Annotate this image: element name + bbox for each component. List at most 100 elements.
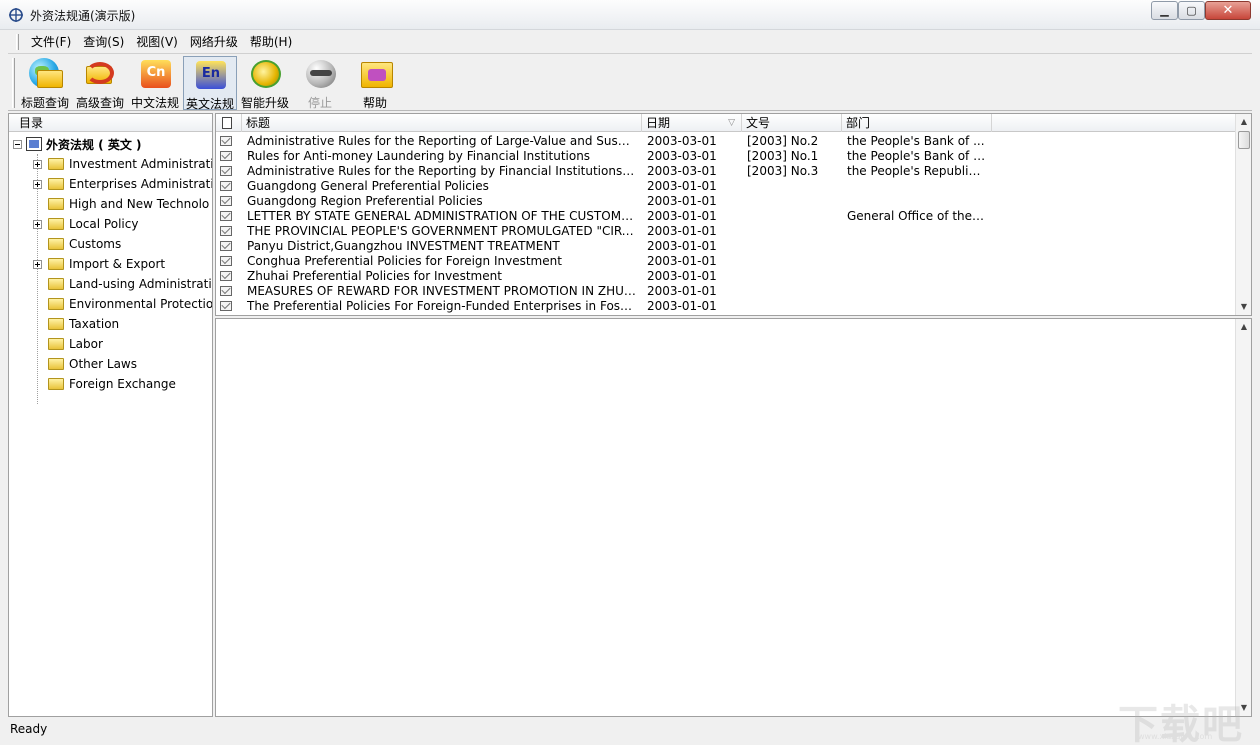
tree-item-foreign-exchange[interactable]: Foreign Exchange [9, 374, 212, 394]
column-header-title[interactable]: 标题 [242, 114, 642, 132]
row-title: Administrative Rules for the Reporting b… [247, 164, 637, 178]
menu-file[interactable]: 文件(F) [25, 32, 77, 52]
scroll-thumb[interactable] [1238, 131, 1250, 149]
expand-icon[interactable] [33, 179, 42, 189]
detail-scrollbar[interactable]: ▲ ▼ [1235, 319, 1251, 716]
menu-view[interactable]: 视图(V) [130, 32, 184, 52]
tree-item-investment-administration[interactable]: Investment Administratio [9, 154, 213, 174]
table-row[interactable]: Administrative Rules for the Reporting b… [216, 164, 1236, 179]
envelope-icon [220, 256, 232, 266]
toolbar: 标题查询 高级查询 Cn 中文法规 En 英文法规 智能升级 停止 帮助 [8, 53, 1252, 111]
table-row[interactable]: Administrative Rules for the Reporting o… [216, 134, 1236, 149]
row-date: 2003-01-01 [647, 239, 717, 253]
row-date: 2003-01-01 [647, 284, 717, 298]
tree-item-label: Enterprises Administratio [69, 177, 213, 191]
expand-icon[interactable] [33, 259, 42, 269]
table-row[interactable]: MEASURES OF REWARD FOR INVESTMENT PROMOT… [216, 284, 1236, 299]
folder-icon [48, 318, 64, 330]
row-date: 2003-01-01 [647, 224, 717, 238]
envelope-icon [220, 166, 232, 176]
column-header-date[interactable]: 日期 ▽ [642, 114, 742, 132]
tree-item-land-using[interactable]: Land-using Administratic [9, 274, 212, 294]
expand-icon[interactable] [33, 159, 42, 169]
table-row[interactable]: The Preferential Policies For Foreign-Fu… [216, 299, 1236, 314]
tree-item-customs[interactable]: Customs [9, 234, 212, 254]
row-doc-no: [2003] No.3 [747, 164, 819, 178]
table-row[interactable]: Guangdong General Preferential Policies 2… [216, 179, 1236, 194]
folder-icon [48, 238, 64, 250]
toolbar-grip[interactable] [12, 58, 15, 108]
title-search-label: 标题查询 [20, 96, 69, 110]
tree-item-import-export[interactable]: Import & Export [9, 254, 212, 274]
tree-root[interactable]: 外资法规 ( 英文 ) [13, 134, 142, 154]
column-header-doc-no[interactable]: 文号 [742, 114, 842, 132]
row-dept: the People's Republic ... [847, 164, 987, 178]
smart-upgrade-button[interactable]: 智能升级 [238, 56, 292, 110]
advanced-search-label: 高级查询 [75, 96, 124, 110]
menu-grip[interactable] [16, 34, 19, 50]
sort-desc-icon: ▽ [728, 118, 735, 128]
column-dept-label: 部门 [846, 116, 871, 130]
chinese-law-button[interactable]: Cn 中文法规 [128, 56, 182, 110]
table-row[interactable]: Conghua Preferential Policies for Foreig… [216, 254, 1236, 269]
envelope-icon [220, 226, 232, 236]
column-title-label: 标题 [246, 116, 271, 130]
row-date: 2003-03-01 [647, 164, 717, 178]
tree-item-labor[interactable]: Labor [9, 334, 212, 354]
minimize-button[interactable]: ▁ [1151, 1, 1178, 20]
tree-item-local-policy[interactable]: Local Policy [9, 214, 212, 234]
catalog-panel: 目录 外资法规 ( 英文 ) Investment Administratio … [8, 113, 213, 717]
menu-network-upgrade[interactable]: 网络升级 [184, 32, 244, 52]
envelope-icon [220, 136, 232, 146]
close-button[interactable]: ✕ [1205, 1, 1251, 20]
english-law-button[interactable]: En 英文法规 [183, 56, 237, 111]
row-title: Rules for Anti-money Laundering by Finan… [247, 149, 591, 163]
tree-item-enterprises-administration[interactable]: Enterprises Administratio [9, 174, 213, 194]
watermark: 下载吧 www.xiazaiba.com [1118, 692, 1258, 745]
row-date: 2003-01-01 [647, 299, 717, 313]
table-row[interactable]: LETTER BY STATE GENERAL ADMINISTRATION O… [216, 209, 1236, 224]
tree-item-label: Local Policy [69, 217, 139, 231]
detail-panel[interactable]: ▲ ▼ [215, 318, 1252, 717]
table-row[interactable]: Zhuhai Preferential Policies for Investm… [216, 269, 1236, 284]
title-search-button[interactable]: 标题查询 [18, 56, 72, 110]
column-header-icon[interactable] [216, 114, 242, 132]
row-date: 2003-01-01 [647, 254, 717, 268]
row-dept: the People's Bank of ... [847, 134, 985, 148]
status-text: Ready [10, 722, 48, 736]
stop-button[interactable]: 停止 [293, 56, 347, 110]
tree-item-other-laws[interactable]: Other Laws [9, 354, 212, 374]
cn-law-icon: Cn [135, 56, 175, 92]
tree-item-high-new-technology[interactable]: High and New Technolo [9, 194, 212, 214]
menu-help[interactable]: 帮助(H) [244, 32, 298, 52]
close-icon: ✕ [1222, 3, 1234, 18]
advanced-search-button[interactable]: 高级查询 [73, 56, 127, 110]
collapse-icon[interactable] [13, 139, 22, 149]
stop-label: 停止 [307, 96, 332, 110]
scroll-down-icon[interactable]: ▼ [1236, 299, 1251, 315]
scroll-up-icon[interactable]: ▲ [1236, 319, 1252, 335]
tree-item-label: Investment Administratio [69, 157, 213, 171]
tree-item-environmental-protection[interactable]: Environmental Protection [9, 294, 212, 314]
folder-icon [48, 178, 64, 190]
list-scrollbar[interactable]: ▲ ▼ [1235, 114, 1251, 315]
row-dept: General Office of the P... [847, 209, 987, 223]
table-row[interactable]: Guangdong Region Preferential Policies 20… [216, 194, 1236, 209]
table-row[interactable]: Panyu District,Guangzhou INVESTMENT TREA… [216, 239, 1236, 254]
help-button[interactable]: 帮助 [348, 56, 402, 110]
envelope-icon [220, 151, 232, 161]
table-row[interactable]: THE PROVINCIAL PEOPLE'S GOVERNMENT PROMU… [216, 224, 1236, 239]
row-doc-no: [2003] No.1 [747, 149, 819, 163]
maximize-button[interactable]: ▢ [1178, 1, 1205, 20]
maximize-icon: ▢ [1186, 4, 1197, 17]
expand-icon[interactable] [33, 219, 42, 229]
column-date-label: 日期 [646, 116, 671, 130]
envelope-icon [220, 241, 232, 251]
column-header-dept[interactable]: 部门 [842, 114, 992, 132]
row-dept: the People's Bank of C... [847, 149, 987, 163]
chinese-law-label: 中文法规 [130, 96, 179, 110]
table-row[interactable]: Rules for Anti-money Laundering by Finan… [216, 149, 1236, 164]
menu-query[interactable]: 查询(S) [77, 32, 130, 52]
tree-item-taxation[interactable]: Taxation [9, 314, 212, 334]
scroll-up-icon[interactable]: ▲ [1236, 114, 1251, 130]
